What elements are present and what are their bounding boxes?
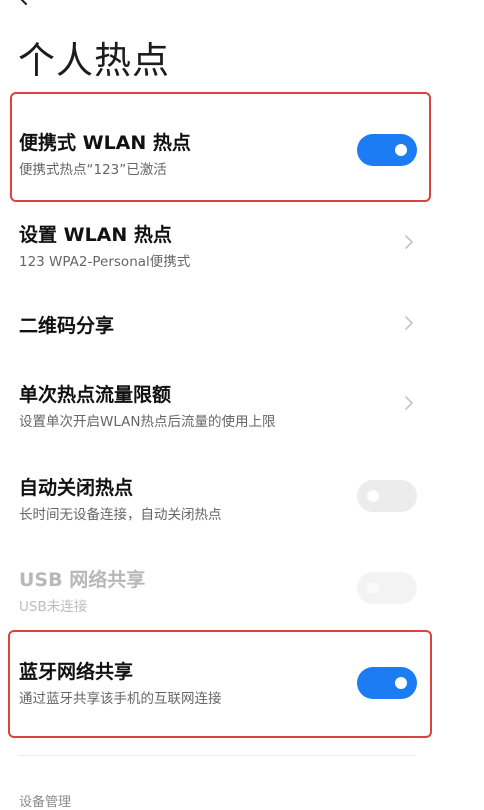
auto-off-toggle[interactable] (357, 480, 417, 512)
divider (18, 755, 416, 756)
row-subtitle: 长时间无设备连接，自动关闭热点 (19, 507, 222, 523)
back-arrow-icon[interactable] (16, 0, 38, 8)
chevron-right-icon (405, 316, 413, 330)
usb-tether-toggle (357, 572, 417, 604)
toggle-knob (395, 677, 407, 689)
page-title: 个人热点 (18, 39, 170, 82)
toggle-knob (367, 582, 379, 594)
row-title: 便携式 WLAN 热点 (19, 132, 191, 154)
chevron-right-icon (405, 235, 413, 249)
row-subtitle: 123 WPA2-Personal便携式 (19, 254, 191, 270)
portable-wlan-toggle[interactable] (357, 134, 417, 166)
row-title: 设置 WLAN 热点 (19, 224, 172, 246)
row-subtitle: 设置单次开启WLAN热点后流量的使用上限 (19, 414, 276, 430)
row-title: 蓝牙网络共享 (19, 661, 134, 683)
row-subtitle: USB未连接 (19, 599, 88, 615)
toggle-knob (367, 490, 379, 502)
row-subtitle: 通过蓝牙共享该手机的互联网连接 (19, 691, 222, 707)
row-title: 单次热点流量限额 (19, 384, 172, 406)
bt-tether-toggle[interactable] (357, 667, 417, 699)
row-subtitle: 便携式热点“123”已激活 (19, 162, 167, 178)
row-title: 二维码分享 (19, 315, 115, 337)
row-title: 自动关闭热点 (19, 477, 134, 499)
chevron-right-icon (405, 396, 413, 410)
section-label-device-management: 设备管理 (19, 795, 72, 810)
toggle-knob (395, 144, 407, 156)
row-title: USB 网络共享 (19, 569, 146, 591)
